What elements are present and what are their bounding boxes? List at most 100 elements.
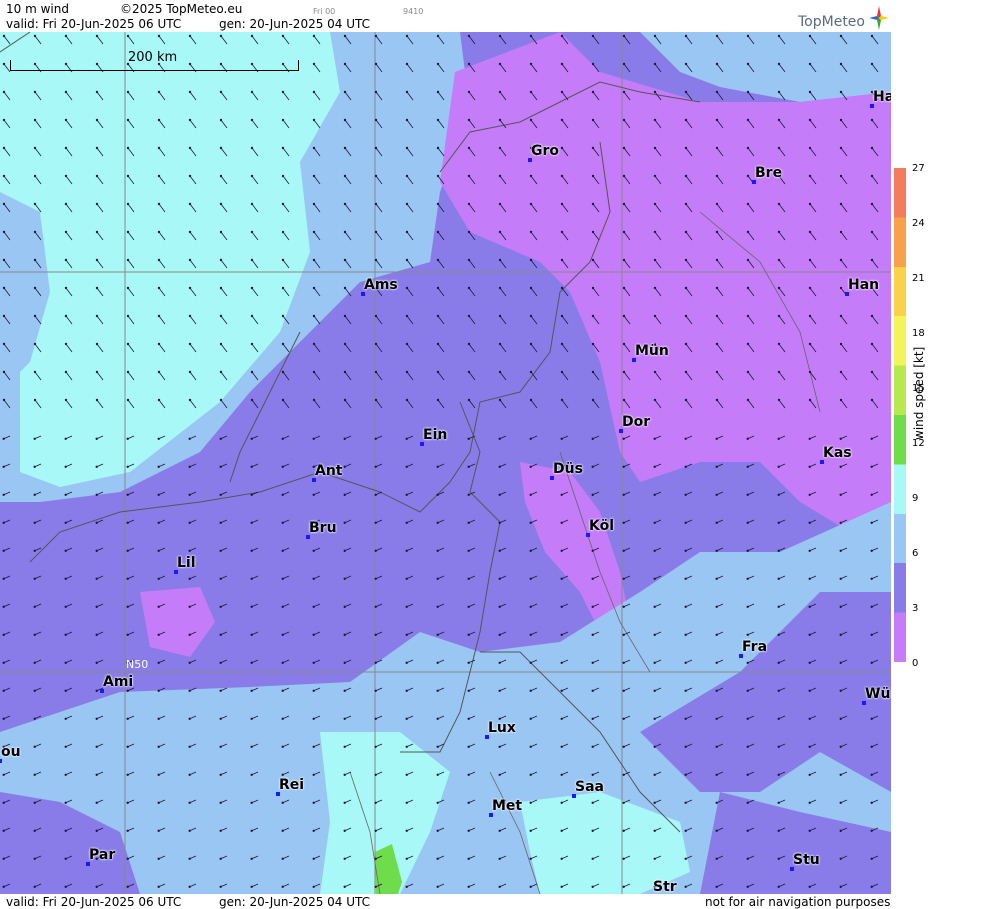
wind-arrow-head xyxy=(684,885,687,889)
wind-arrow-head xyxy=(436,398,440,402)
wind-arrow-head xyxy=(653,90,657,94)
wind-arrow-head xyxy=(746,90,750,94)
wind-arrow-head xyxy=(498,521,501,525)
wind-arrow-head xyxy=(126,857,129,861)
wind-arrow-head xyxy=(653,370,657,374)
wind-arrow-head xyxy=(312,174,316,178)
wind-arrow-head xyxy=(870,885,873,889)
city-label-ou: ou xyxy=(1,744,21,760)
city-label-rei: Rei xyxy=(279,777,305,793)
wind-arrow-head xyxy=(839,146,843,150)
wind-arrow-head xyxy=(374,521,377,525)
wind-arrow-head xyxy=(219,605,222,609)
wind-arrow-head xyxy=(188,633,191,637)
wind-arrow-head xyxy=(653,633,656,637)
wind-arrow-head xyxy=(746,146,750,150)
wind-arrow-head xyxy=(33,521,36,525)
wind-arrow-head xyxy=(777,437,780,441)
wind-arrow-head xyxy=(777,689,780,693)
wind-arrow-head xyxy=(436,34,440,38)
wind-arrow-head xyxy=(653,286,657,290)
wind-arrow-head xyxy=(560,717,563,721)
footer-disclaimer: not for air navigation purposes xyxy=(705,895,891,909)
wind-arrow-head xyxy=(777,745,780,749)
wind-arrow-head xyxy=(281,717,284,721)
wind-arrow-head xyxy=(157,829,160,833)
wind-arrow-head xyxy=(870,857,873,861)
wind-arrow-head xyxy=(405,465,408,469)
wind-arrow-head xyxy=(622,90,626,94)
wind-arrow-head xyxy=(467,230,471,234)
wind-arrow-head xyxy=(219,549,222,553)
wind-arrow-head xyxy=(33,370,37,374)
wind-arrow-head xyxy=(405,258,409,262)
wind-arrow-head xyxy=(374,342,378,346)
wind-arrow-head xyxy=(405,342,409,346)
wind-arrow-head xyxy=(312,342,316,346)
wind-arrow-head xyxy=(188,314,192,318)
wind-arrow-head xyxy=(684,437,687,441)
wind-arrow-head xyxy=(405,745,408,749)
wind-arrow-head xyxy=(436,370,440,374)
wind-arrow-head xyxy=(250,286,254,290)
city-label-kas: Kas xyxy=(823,445,852,461)
wind-arrow-head xyxy=(126,314,130,318)
wind-arrow-head xyxy=(33,549,36,553)
wind-arrow-head xyxy=(777,493,780,497)
wind-arrow-head xyxy=(529,801,532,805)
wind-arrow-head xyxy=(343,549,346,553)
wind-arrow-head xyxy=(64,605,67,609)
wind-arrow-head xyxy=(870,577,873,581)
wind-arrow-head xyxy=(467,146,471,150)
wind-map[interactable]: 200 km N50 Ha Gro Bre Ams Han Mün Dor Ein Kas Ant… xyxy=(0,32,891,894)
wind-arrow-head xyxy=(808,146,812,150)
wind-arrow-head xyxy=(250,230,254,234)
wind-arrow-head xyxy=(529,34,533,38)
wind-arrow-head xyxy=(653,661,656,665)
wind-arrow-head xyxy=(622,258,626,262)
wind-arrow-head xyxy=(870,493,873,497)
wind-arrow-head xyxy=(653,398,657,402)
wind-arrow-head xyxy=(808,258,812,262)
wind-arrow-head xyxy=(529,62,533,66)
wind-arrow-head xyxy=(560,146,564,150)
wind-arrow-head xyxy=(281,521,284,525)
wind-arrow-head xyxy=(808,689,811,693)
wind-arrow-head xyxy=(219,829,222,833)
wind-arrow-head xyxy=(405,314,409,318)
wind-arrow-head xyxy=(746,230,750,234)
wind-arrow-head xyxy=(715,90,719,94)
wind-arrow-head xyxy=(560,437,563,441)
wind-arrow-head xyxy=(250,829,253,833)
wind-arrow-head xyxy=(157,370,161,374)
wind-arrow-head xyxy=(684,90,688,94)
wind-arrow-head xyxy=(188,90,192,94)
wind-arrow-head xyxy=(684,230,688,234)
wind-arrow-head xyxy=(250,437,253,441)
wind-arrow-head xyxy=(498,258,502,262)
wind-arrow-head xyxy=(684,202,688,206)
wind-arrow-head xyxy=(529,521,532,525)
wind-arrow-head xyxy=(219,437,222,441)
wind-arrow-head xyxy=(684,801,687,805)
wind-arrow-head xyxy=(157,34,161,38)
wind-arrow-head xyxy=(715,745,718,749)
wind-arrow-head xyxy=(343,202,347,206)
wind-arrow-head xyxy=(808,521,811,525)
wind-arrow-head xyxy=(467,34,471,38)
wind-arrow-head xyxy=(188,398,192,402)
wind-arrow-head xyxy=(591,549,594,553)
wind-arrow-head xyxy=(808,829,811,833)
copyright: ©2025 TopMeteo.eu xyxy=(120,2,243,16)
wind-arrow-head xyxy=(64,34,68,38)
wind-arrow-head xyxy=(870,605,873,609)
wind-arrow-head xyxy=(839,857,842,861)
wind-arrow-head xyxy=(126,370,130,374)
wind-arrow-head xyxy=(405,521,408,525)
wind-arrow-head xyxy=(33,314,37,318)
valid-time: valid: Fri 20-Jun-2025 06 UTC xyxy=(6,17,182,31)
wind-arrow-head xyxy=(126,829,129,833)
wind-arrow-head xyxy=(219,146,223,150)
wind-arrow-head xyxy=(715,801,718,805)
wind-arrow-head xyxy=(436,521,439,525)
